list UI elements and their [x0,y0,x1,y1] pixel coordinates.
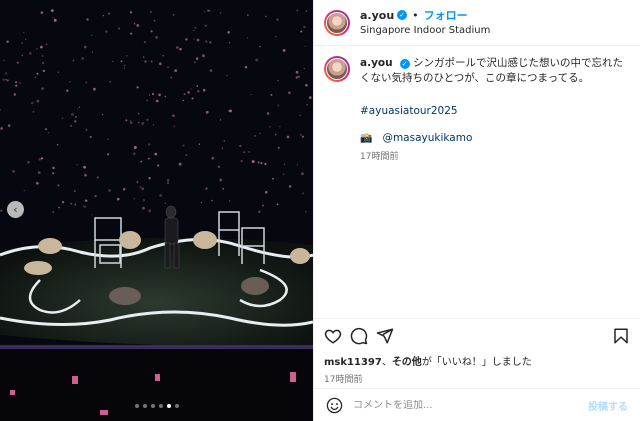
likes-user-link[interactable]: msk11397 [324,357,382,368]
verified-badge-icon: ✓ [399,59,410,69]
comment-icon[interactable] [350,327,368,345]
carousel-dot [167,404,171,408]
camera-emoji-icon: 📸 [360,133,373,144]
post-comment-button[interactable]: 投稿する [588,398,628,413]
carousel-dot [151,404,155,408]
share-icon[interactable] [376,327,394,345]
post-media[interactable]: ‹ [0,0,313,421]
hashtag-link[interactable]: #ayuasiatour2025 [360,104,628,119]
likes-summary: msk11397、その他が「いいね！」しました [314,345,640,368]
action-bar [314,319,640,345]
carousel-indicator [135,404,179,408]
bookmark-icon[interactable] [612,327,630,345]
follow-button[interactable]: フォロー [424,8,468,23]
caption-username[interactable]: a.you [360,57,393,69]
concert-photo [0,0,313,421]
caption-avatar[interactable] [324,56,350,82]
carousel-dot [159,404,163,408]
caption-timestamp: 17時間前 [360,152,399,162]
mention-link[interactable]: @masayukikamo [382,131,472,146]
action-section: msk11397、その他が「いいね！」しました 17時間前 投稿する [314,318,640,421]
avatar[interactable] [324,9,350,36]
likes-others-link[interactable]: その他 [392,357,422,368]
comment-input[interactable] [353,399,588,411]
username-link[interactable]: a.you [360,8,394,23]
carousel-dot [175,404,179,408]
post-header: a.you ✓ • フォロー Singapore Indoor Stadium [314,0,640,46]
post-timestamp: 17時間前 [324,375,363,385]
chevron-left-icon: ‹ [13,203,18,216]
carousel-prev-button[interactable]: ‹ [7,201,24,218]
carousel-dot [143,404,147,408]
likes-text: 、その他が「いいね！」しました [381,357,532,368]
emoji-icon[interactable] [326,397,343,414]
caption: a.you ✓ シンガポールで沢山感じた想いの中で忘れたくない気持ちのひとつが、こ… [324,56,628,165]
post-panel: a.you ✓ • フォロー Singapore Indoor Stadium … [313,0,640,421]
location-link[interactable]: Singapore Indoor Stadium [360,23,490,38]
carousel-dot [135,404,139,408]
heart-icon[interactable] [324,327,342,345]
comment-bar: 投稿する [314,388,640,421]
verified-badge-icon: ✓ [397,10,408,20]
separator-dot: • [412,8,419,22]
